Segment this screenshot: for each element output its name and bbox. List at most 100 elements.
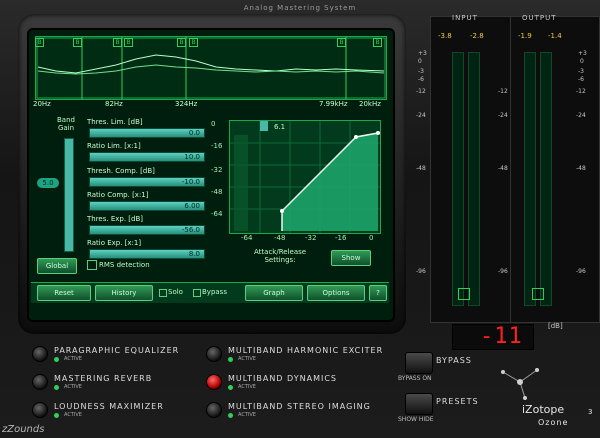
scale-label: -6 bbox=[578, 76, 584, 83]
module-toggle-knob[interactable] bbox=[206, 374, 222, 390]
global-button[interactable]: Global bbox=[37, 258, 77, 274]
scale-label: -3 bbox=[578, 68, 584, 75]
scale-label: 0 bbox=[580, 58, 584, 65]
param-value-field[interactable]: 6.00 bbox=[89, 201, 205, 211]
rms-checkbox[interactable] bbox=[87, 260, 97, 270]
band-marker[interactable]: B bbox=[73, 38, 82, 47]
param-value-field[interactable]: -56.0 bbox=[89, 225, 205, 235]
input-link-icon[interactable] bbox=[458, 288, 470, 300]
brand-logo: iZotope bbox=[522, 403, 565, 416]
param-ratio-comp: Ratio Comp. [x:1] 6.00 bbox=[87, 191, 215, 211]
param-ratio-lim: Ratio Lim. [x:1] 10.0 bbox=[87, 142, 215, 162]
x-tick: -32 bbox=[305, 234, 317, 242]
param-ratio-exp: Ratio Exp. [x:1] 8.0 bbox=[87, 239, 215, 259]
scale-label: -48 bbox=[416, 165, 426, 172]
input-left-meter bbox=[452, 52, 464, 306]
product-logo: Ozone bbox=[538, 418, 569, 427]
watermark: zZounds bbox=[2, 424, 45, 435]
bypass-button-label: BYPASS bbox=[436, 356, 472, 365]
scale-label: -12 bbox=[416, 88, 426, 95]
param-value-field[interactable]: 0.0 bbox=[89, 128, 205, 138]
param-label: Thres. Lim. [dB] bbox=[87, 118, 143, 126]
module-toggle-knob[interactable] bbox=[32, 374, 48, 390]
scale-label: -6 bbox=[418, 76, 424, 83]
param-thres-lim: Thres. Lim. [dB] 0.0 bbox=[87, 118, 215, 138]
module-toggle-knob[interactable] bbox=[206, 346, 222, 362]
freq-label: 20kHz bbox=[359, 100, 381, 108]
solo-label: Solo bbox=[168, 288, 183, 296]
bypass-checkbox[interactable] bbox=[193, 289, 201, 297]
reset-button[interactable]: Reset bbox=[37, 285, 91, 301]
output-link-icon[interactable] bbox=[532, 288, 544, 300]
active-led bbox=[54, 385, 59, 390]
module-name: MULTIBAND HARMONIC EXCITER bbox=[228, 346, 384, 355]
transfer-curve bbox=[230, 121, 380, 233]
scale-label: -48 bbox=[498, 165, 508, 172]
module-status: ACTIVE bbox=[64, 356, 82, 362]
help-button[interactable]: ? bbox=[369, 285, 387, 301]
graph-button[interactable]: Graph bbox=[245, 285, 303, 301]
band-gain-slider[interactable] bbox=[64, 138, 74, 252]
transfer-curve-graph[interactable]: 6.1 bbox=[229, 120, 381, 234]
scale-label: -24 bbox=[498, 112, 508, 119]
solo-checkbox[interactable] bbox=[159, 289, 167, 297]
band-marker[interactable]: B bbox=[189, 38, 198, 47]
output-label: OUTPUT bbox=[522, 14, 557, 22]
y-tick: 0 bbox=[211, 120, 216, 128]
scale-label: +3 bbox=[418, 50, 427, 57]
options-button[interactable]: Options bbox=[307, 285, 365, 301]
band-marker[interactable]: B bbox=[177, 38, 186, 47]
output-right-peak: -1.4 bbox=[548, 32, 562, 40]
show-button[interactable]: Show bbox=[331, 250, 371, 266]
param-label: Ratio Comp. [x:1] bbox=[87, 191, 149, 199]
scale-label: -3 bbox=[418, 68, 424, 75]
output-left-peak: -1.9 bbox=[518, 32, 532, 40]
param-value-field[interactable]: 8.0 bbox=[89, 249, 205, 259]
scale-label: -12 bbox=[576, 88, 586, 95]
band-gain-value[interactable]: 5.0 bbox=[37, 178, 59, 188]
module-name: MASTERING REVERB bbox=[54, 374, 153, 383]
y-tick: -64 bbox=[211, 210, 223, 218]
param-label: Thres. Exp. [dB] bbox=[87, 215, 144, 223]
active-led bbox=[228, 385, 233, 390]
module-toggle-knob[interactable] bbox=[206, 402, 222, 418]
rms-label: RMS detection bbox=[99, 261, 150, 269]
scale-label: -96 bbox=[498, 268, 508, 275]
band-marker[interactable]: B bbox=[337, 38, 346, 47]
x-tick: -64 bbox=[241, 234, 253, 242]
param-label: Ratio Lim. [x:1] bbox=[87, 142, 141, 150]
db-readout: -11 bbox=[480, 324, 523, 349]
band-marker[interactable]: B bbox=[124, 38, 133, 47]
module-toggle-knob[interactable] bbox=[32, 402, 48, 418]
param-value-field[interactable]: -10.0 bbox=[89, 177, 205, 187]
x-tick: -16 bbox=[335, 234, 347, 242]
module-status: ACTIVE bbox=[64, 384, 82, 390]
band-marker[interactable]: B bbox=[35, 38, 44, 47]
scale-label: -96 bbox=[416, 268, 426, 275]
y-tick: -32 bbox=[211, 166, 223, 174]
module-status: ACTIVE bbox=[238, 412, 256, 418]
spectrum-display[interactable] bbox=[35, 36, 387, 100]
bypass-button[interactable] bbox=[405, 352, 433, 374]
scale-label: 0 bbox=[418, 58, 422, 65]
module-name: MULTIBAND STEREO IMAGING bbox=[228, 402, 371, 411]
band-marker[interactable]: B bbox=[373, 38, 382, 47]
ozone-plugin-window: Analog Mastering System B B B B B B B B … bbox=[0, 0, 600, 438]
input-left-peak: -3.8 bbox=[438, 32, 452, 40]
active-led bbox=[54, 413, 59, 418]
active-led bbox=[228, 413, 233, 418]
freq-label: 82Hz bbox=[105, 100, 123, 108]
x-tick: 0 bbox=[369, 234, 374, 242]
module-name: LOUDNESS MAXIMIZER bbox=[54, 402, 164, 411]
param-label: Thresh. Comp. [dB] bbox=[87, 167, 155, 175]
presets-button[interactable] bbox=[405, 393, 433, 415]
input-right-meter bbox=[468, 52, 480, 306]
history-button[interactable]: History bbox=[95, 285, 153, 301]
module-toggle-knob[interactable] bbox=[32, 346, 48, 362]
attack-release-label: Attack/Release Settings: bbox=[254, 248, 307, 264]
output-right-meter bbox=[540, 52, 552, 306]
app-title: Analog Mastering System bbox=[243, 4, 357, 12]
param-value-field[interactable]: 10.0 bbox=[89, 152, 205, 162]
band-marker[interactable]: B bbox=[113, 38, 122, 47]
db-unit: [dB] bbox=[548, 322, 563, 330]
